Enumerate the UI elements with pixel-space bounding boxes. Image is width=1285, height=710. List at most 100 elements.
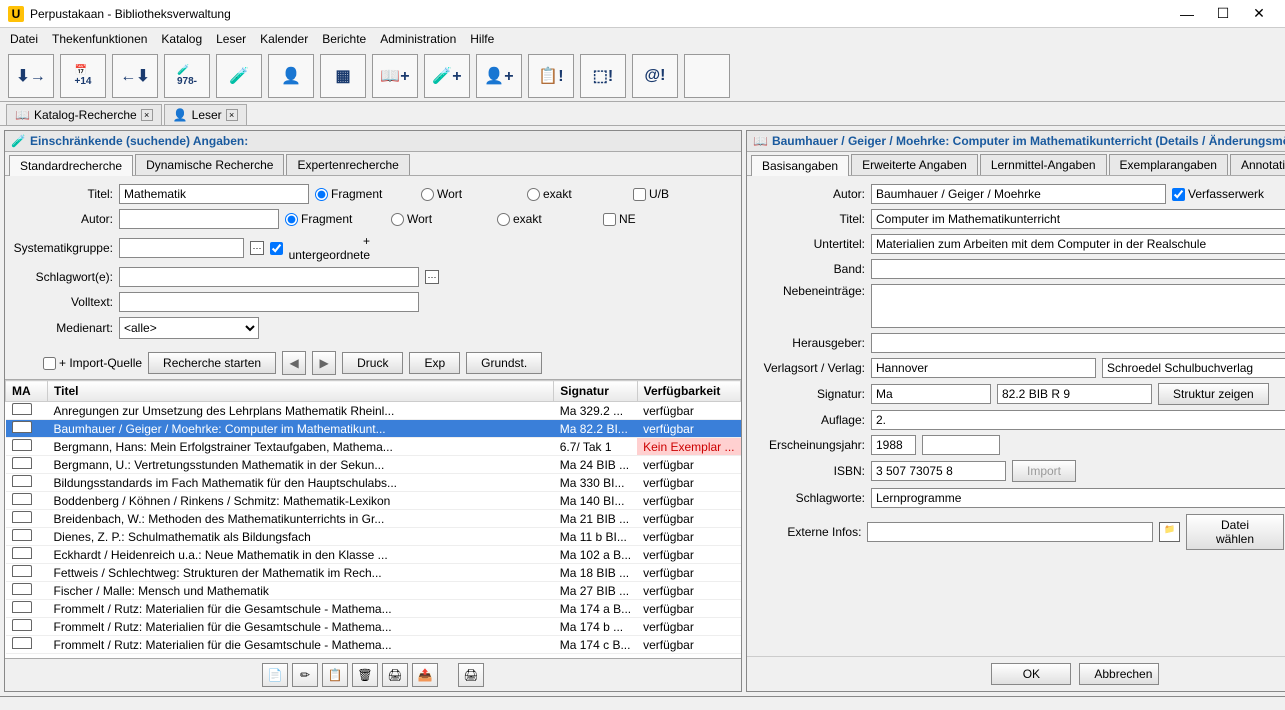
table-row[interactable]: Dienes, Z. P.: Schulmathematik als Bildu… bbox=[6, 528, 741, 546]
table-row[interactable]: Breidenbach, W.: Methoden des Mathematik… bbox=[6, 510, 741, 528]
toolbar-mail-icon[interactable]: @! bbox=[632, 54, 678, 98]
toolbar-notice1-icon[interactable]: 📋! bbox=[528, 54, 574, 98]
new-icon[interactable]: 📄 bbox=[262, 663, 288, 687]
table-row[interactable]: Bergmann, Hans: Mein Erfolgstrainer Text… bbox=[6, 438, 741, 456]
menu-datei[interactable]: Datei bbox=[4, 30, 44, 48]
druck-button[interactable]: Druck bbox=[342, 352, 403, 374]
tab-katalog-recherche[interactable]: 📖 Katalog-Recherche × bbox=[6, 104, 162, 125]
minimize-button[interactable]: — bbox=[1169, 1, 1205, 27]
jahr-input[interactable] bbox=[871, 435, 916, 455]
toolbar-reader-icon[interactable]: 👤 bbox=[268, 54, 314, 98]
jahr2-input[interactable] bbox=[922, 435, 1000, 455]
menu-administration[interactable]: Administration bbox=[374, 30, 462, 48]
export-icon[interactable]: 📤 bbox=[412, 663, 438, 687]
sysgruppe-browse-icon[interactable]: ⋯ bbox=[250, 241, 264, 255]
tab-leser[interactable]: 👤 Leser × bbox=[164, 104, 247, 125]
next-button[interactable]: ▶ bbox=[312, 351, 336, 375]
folder-icon[interactable]: 📁 bbox=[1159, 522, 1180, 542]
table-row[interactable]: Frommelt / Rutz: Materialien für die Ges… bbox=[6, 618, 741, 636]
print2-icon[interactable]: 🖨 bbox=[458, 663, 484, 687]
struktur-zeigen-button[interactable]: Struktur zeigen bbox=[1158, 383, 1269, 405]
col-ma[interactable]: MA bbox=[6, 381, 48, 402]
menu-berichte[interactable]: Berichte bbox=[316, 30, 372, 48]
schlagworte-input[interactable] bbox=[871, 488, 1285, 508]
close-button[interactable]: ✕ bbox=[1241, 1, 1277, 27]
table-row[interactable]: Fettweis / Schlechtweg: Strukturen der M… bbox=[6, 564, 741, 582]
datei-waehlen-button[interactable]: Datei wählen bbox=[1186, 514, 1283, 550]
toolbar-checkout-icon[interactable]: ⬇→ bbox=[8, 54, 54, 98]
titel-wort-radio[interactable]: Wort bbox=[421, 187, 521, 201]
schlagwort-input[interactable] bbox=[119, 267, 419, 287]
toolbar-add-reader-icon[interactable]: 👤+ bbox=[476, 54, 522, 98]
table-row[interactable]: Eckhardt / Heidenreich u.a.: Neue Mathem… bbox=[6, 546, 741, 564]
verfasserwerk-checkbox[interactable]: Verfasserwerk bbox=[1172, 187, 1282, 201]
toolbar-notice2-icon[interactable]: ⬚! bbox=[580, 54, 626, 98]
grundst-button[interactable]: Grundst. bbox=[466, 352, 542, 374]
verlag-input[interactable] bbox=[1102, 358, 1285, 378]
signatur2-input[interactable] bbox=[997, 384, 1152, 404]
toolbar-search-icon[interactable]: 🧪 bbox=[216, 54, 262, 98]
results-table[interactable]: MA Titel Signatur Verfügbarkeit Anregung… bbox=[5, 379, 741, 658]
table-row[interactable]: Boddenberg / Köhnen / Rinkens / Schmitz:… bbox=[6, 492, 741, 510]
autor-fragment-radio[interactable]: Fragment bbox=[285, 212, 385, 226]
table-row[interactable]: Anregungen zur Umsetzung des Lehrplans M… bbox=[6, 402, 741, 420]
verlagsort-input[interactable] bbox=[871, 358, 1096, 378]
titel-exakt-radio[interactable]: exakt bbox=[527, 187, 627, 201]
medienart-select[interactable]: <alle> bbox=[119, 317, 259, 339]
subtab-annotation[interactable]: Annotation bbox=[1230, 154, 1285, 175]
toolbar-checkin-icon[interactable]: ←⬇ bbox=[112, 54, 158, 98]
sysgruppe-input[interactable] bbox=[119, 238, 244, 258]
autor-input[interactable] bbox=[871, 184, 1166, 204]
volltext-input[interactable] bbox=[119, 292, 419, 312]
exp-button[interactable]: Exp bbox=[409, 352, 460, 374]
externe-input[interactable] bbox=[867, 522, 1153, 542]
prev-button[interactable]: ◀ bbox=[282, 351, 306, 375]
menu-katalog[interactable]: Katalog bbox=[155, 30, 208, 48]
table-row[interactable]: Fischer / Malle: Mensch und MathematikMa… bbox=[6, 582, 741, 600]
subtab-erweitert[interactable]: Erweiterte Angaben bbox=[851, 154, 978, 175]
copy-icon[interactable]: 📋 bbox=[322, 663, 348, 687]
autor-input[interactable] bbox=[119, 209, 279, 229]
import-quelle-checkbox[interactable]: + Import-Quelle bbox=[43, 356, 142, 370]
menu-kalender[interactable]: Kalender bbox=[254, 30, 314, 48]
subtab-standard[interactable]: Standardrecherche bbox=[9, 155, 133, 176]
autor-ne-checkbox[interactable]: NE bbox=[603, 212, 703, 226]
toolbar-add-book-icon[interactable]: 📖+ bbox=[372, 54, 418, 98]
tab-close-icon[interactable]: × bbox=[226, 109, 238, 121]
toolbar-empty[interactable] bbox=[684, 54, 730, 98]
subtab-expert[interactable]: Expertenrecherche bbox=[286, 154, 409, 175]
col-verfuegbarkeit[interactable]: Verfügbarkeit bbox=[637, 381, 740, 402]
menu-thekenfunktionen[interactable]: Thekenfunktionen bbox=[46, 30, 153, 48]
isbn-input[interactable] bbox=[871, 461, 1006, 481]
maximize-button[interactable]: ☐ bbox=[1205, 1, 1241, 27]
titel-input[interactable] bbox=[119, 184, 309, 204]
table-row[interactable]: Baumhauer / Geiger / Moehrke: Computer i… bbox=[6, 420, 741, 438]
menu-hilfe[interactable]: Hilfe bbox=[464, 30, 500, 48]
print-icon[interactable]: 🖨 bbox=[382, 663, 408, 687]
menu-leser[interactable]: Leser bbox=[210, 30, 252, 48]
untertitel-input[interactable] bbox=[871, 234, 1285, 254]
toolbar-renew-icon[interactable]: 📅+14 bbox=[60, 54, 106, 98]
toolbar-isbn-icon[interactable]: 🧪978- bbox=[164, 54, 210, 98]
tab-close-icon[interactable]: × bbox=[141, 109, 153, 121]
band-input[interactable] bbox=[871, 259, 1285, 279]
subtab-dynamic[interactable]: Dynamische Recherche bbox=[135, 154, 284, 175]
ok-button[interactable]: OK bbox=[991, 663, 1071, 685]
schlagwort-browse-icon[interactable]: ⋯ bbox=[425, 270, 439, 284]
table-row[interactable]: Bergmann, U.: Vertretungsstunden Mathema… bbox=[6, 456, 741, 474]
autor-exakt-radio[interactable]: exakt bbox=[497, 212, 597, 226]
table-row[interactable]: Frommelt / Rutz: Materialien für die Ges… bbox=[6, 600, 741, 618]
subtab-basis[interactable]: Basisangaben bbox=[751, 155, 849, 176]
recherche-starten-button[interactable]: Recherche starten bbox=[148, 352, 276, 374]
edit-icon[interactable]: ✏ bbox=[292, 663, 318, 687]
abbrechen-button[interactable]: Abbrechen bbox=[1079, 663, 1159, 685]
delete-icon[interactable]: 🗑 bbox=[352, 663, 378, 687]
table-row[interactable]: Bildungsstandards im Fach Mathematik für… bbox=[6, 474, 741, 492]
signatur1-input[interactable] bbox=[871, 384, 991, 404]
herausgeber-input[interactable] bbox=[871, 333, 1285, 353]
titel-ub-checkbox[interactable]: U/B bbox=[633, 187, 733, 201]
subtab-lernmittel[interactable]: Lernmittel-Angaben bbox=[980, 154, 1107, 175]
nebeneintraege-input[interactable] bbox=[871, 284, 1285, 328]
col-signatur[interactable]: Signatur bbox=[554, 381, 637, 402]
col-titel[interactable]: Titel bbox=[48, 381, 554, 402]
